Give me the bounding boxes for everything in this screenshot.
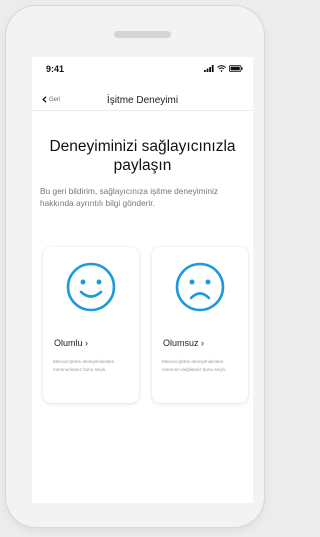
phone-speaker bbox=[114, 31, 171, 38]
description-text: Bu geri bildirim, sağlayıcınıza işitme d… bbox=[40, 186, 218, 208]
app-screen: 9:41 Geri İşitme Deneyimi Deneyiminizi s… bbox=[32, 57, 253, 503]
page-title: İşitme Deneyimi bbox=[106, 95, 179, 106]
negative-feedback-card[interactable]: Olumsuz › Mevcut işitme deneyiminizden m… bbox=[152, 247, 248, 403]
positive-label: Olumlu › bbox=[54, 338, 89, 348]
status-time: 9:41 bbox=[46, 64, 65, 74]
signal-icon bbox=[204, 65, 214, 72]
sad-face-icon bbox=[175, 262, 225, 312]
positive-feedback-card[interactable]: Olumlu › Mevcut işitme deneyiminizden me… bbox=[43, 247, 139, 403]
navigation-bar: Geri İşitme Deneyimi bbox=[32, 91, 253, 111]
negative-note: Mevcut işitme deneyiminizden memnun deği… bbox=[162, 359, 227, 372]
battery-icon bbox=[229, 65, 243, 72]
wifi-icon bbox=[217, 65, 226, 72]
main-heading: Deneyiminizi sağlayıcınızla paylaşın bbox=[49, 138, 236, 174]
positive-note: Mevcut işitme deneyiminizden memnunsanız… bbox=[53, 359, 115, 372]
divider bbox=[32, 110, 253, 111]
status-icons bbox=[204, 65, 243, 72]
status-bar: 9:41 bbox=[32, 57, 253, 79]
smiley-face-icon bbox=[66, 262, 116, 312]
phone-frame: 9:41 Geri İşitme Deneyimi Deneyiminizi s… bbox=[6, 6, 264, 527]
negative-label: Olumsuz › bbox=[163, 338, 205, 348]
